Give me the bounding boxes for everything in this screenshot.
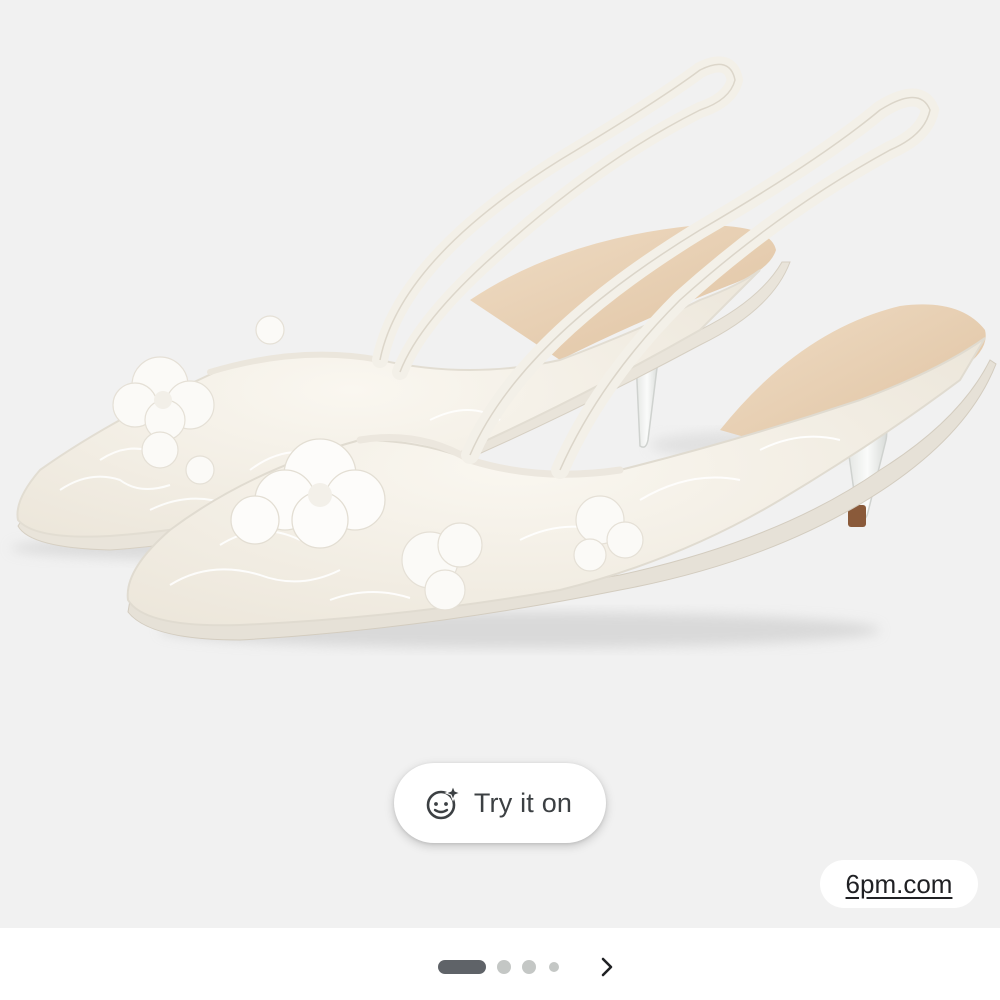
product-image-area[interactable]: Try it on 6pm.com xyxy=(0,0,1000,928)
source-link[interactable]: 6pm.com xyxy=(846,869,953,900)
carousel-dot-active[interactable] xyxy=(438,960,486,974)
carousel-dot[interactable] xyxy=(522,960,536,974)
try-it-on-button[interactable]: Try it on xyxy=(394,763,606,843)
carousel-dot[interactable] xyxy=(497,960,511,974)
chevron-right-icon[interactable] xyxy=(592,952,622,982)
source-chip[interactable]: 6pm.com xyxy=(820,860,978,908)
face-sparkle-icon xyxy=(426,784,462,820)
carousel-dot[interactable] xyxy=(549,962,559,972)
try-it-on-label: Try it on xyxy=(473,787,573,818)
